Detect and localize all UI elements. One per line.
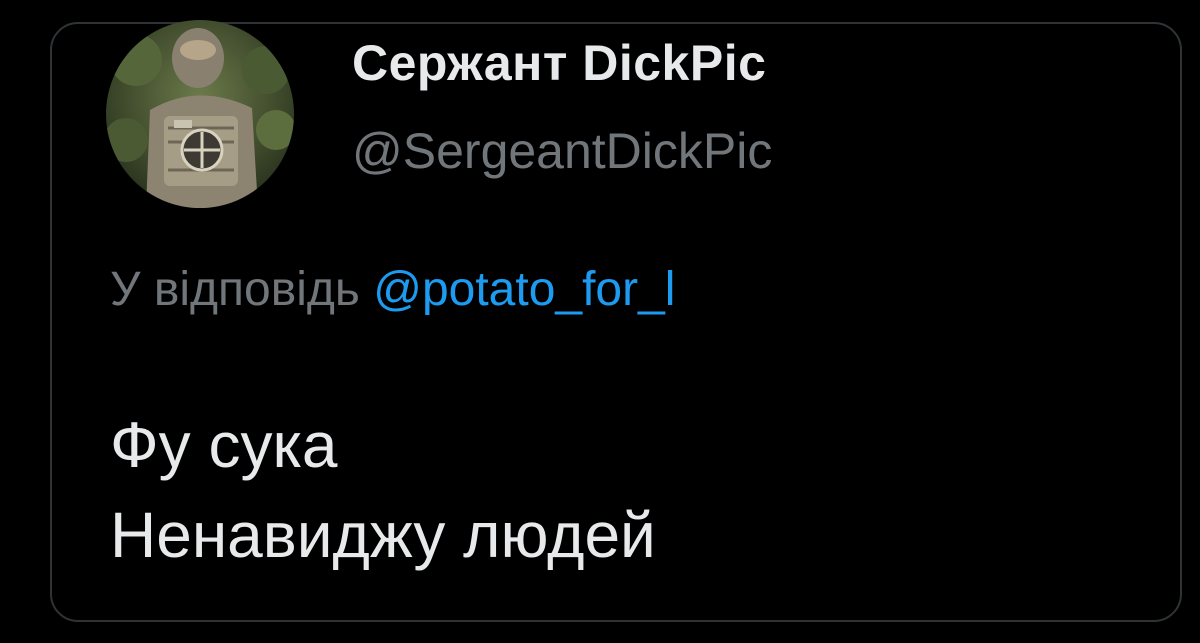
author-display-name[interactable]: Сержант DіckPіc xyxy=(352,34,766,92)
author-handle[interactable]: @SergeantDickPic xyxy=(352,122,772,180)
reply-context: У відповідь @potato_for_l xyxy=(110,262,675,317)
tweet-text-line: Фу сука xyxy=(110,409,338,481)
reply-prefix: У відповідь xyxy=(110,263,360,316)
author-avatar[interactable] xyxy=(106,20,294,208)
avatar-photo-icon xyxy=(106,20,294,208)
reply-mention-link[interactable]: @potato_for_l xyxy=(373,263,675,316)
tweet-text: Фу сука Ненавиджу людей xyxy=(110,400,656,580)
tweet-text-line: Ненавиджу людей xyxy=(110,499,656,571)
